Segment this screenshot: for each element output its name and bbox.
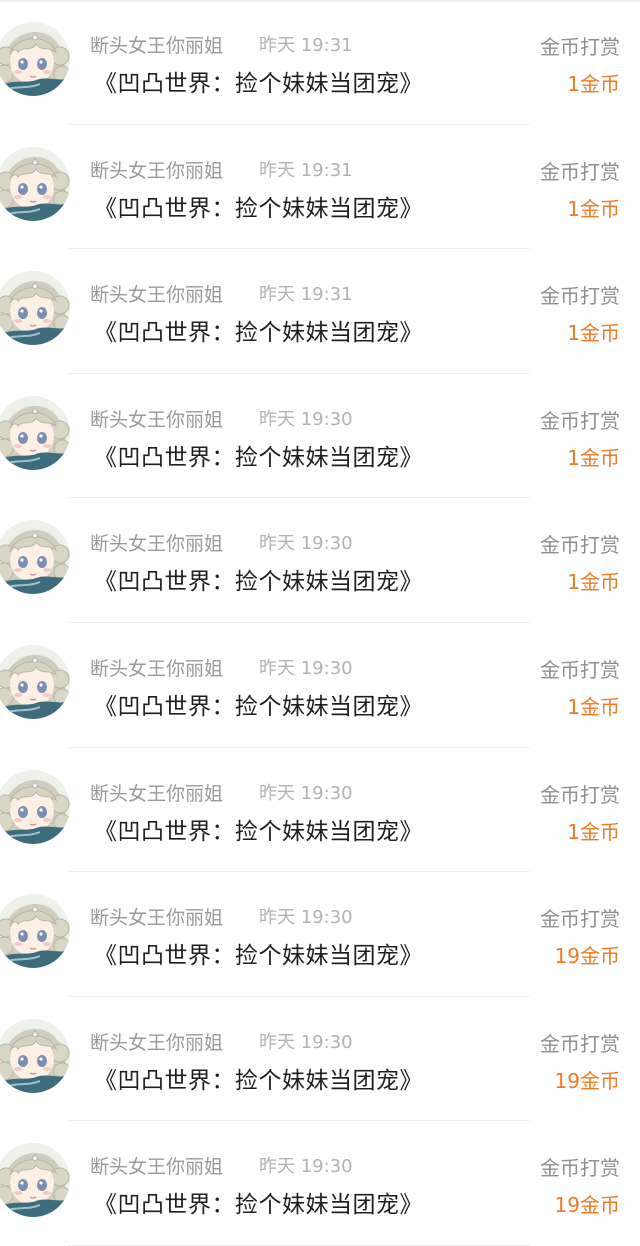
anime-girl-avatar-icon[interactable] bbox=[0, 645, 70, 719]
reward-amount: 19金币 bbox=[554, 1193, 620, 1218]
timestamp: 昨天 19:31 bbox=[259, 159, 353, 181]
timestamp: 昨天 19:30 bbox=[259, 907, 353, 929]
reward-type-label: 金币打赏 bbox=[540, 408, 620, 433]
username[interactable]: 断头女王你丽姐 bbox=[90, 408, 223, 432]
reward-amount: 19金币 bbox=[554, 1068, 620, 1093]
book-title[interactable]: 《凹凸世界：捡个妹妹当团宠》 bbox=[94, 442, 423, 474]
book-title[interactable]: 《凹凸世界：捡个妹妹当团宠》 bbox=[94, 193, 423, 225]
reward-amount: 1金币 bbox=[567, 570, 620, 595]
timestamp: 昨天 19:30 bbox=[259, 782, 353, 804]
reward-amount: 1金币 bbox=[567, 196, 620, 221]
book-title[interactable]: 《凹凸世界：捡个妹妹当团宠》 bbox=[94, 68, 423, 100]
reward-type-label: 金币打赏 bbox=[540, 1031, 620, 1056]
reward-type-label: 金币打赏 bbox=[540, 533, 620, 558]
book-title[interactable]: 《凹凸世界：捡个妹妹当团宠》 bbox=[94, 566, 423, 598]
reward-row[interactable]: 断头女王你丽姐 昨天 19:30 《凹凸世界：捡个妹妹当团宠》 金币打赏 1金币 bbox=[0, 374, 640, 499]
username[interactable]: 断头女王你丽姐 bbox=[90, 532, 223, 556]
reward-type-label: 金币打赏 bbox=[540, 159, 620, 184]
book-title[interactable]: 《凹凸世界：捡个妹妹当团宠》 bbox=[94, 317, 423, 349]
reward-amount: 1金币 bbox=[567, 321, 620, 346]
reward-row[interactable]: 断头女王你丽姐 昨天 19:30 《凹凸世界：捡个妹妹当团宠》 金币打赏 1金币 bbox=[0, 623, 640, 748]
book-title[interactable]: 《凹凸世界：捡个妹妹当团宠》 bbox=[94, 1065, 423, 1097]
timestamp: 昨天 19:30 bbox=[259, 658, 353, 679]
anime-girl-avatar-icon[interactable] bbox=[0, 1143, 70, 1218]
reward-row[interactable]: 断头女王你丽姐 昨天 19:31 《凹凸世界：捡个妹妹当团宠》 金币打赏 1金币 bbox=[0, 125, 640, 250]
reward-type-label: 金币打赏 bbox=[540, 782, 620, 807]
username[interactable]: 断头女王你丽姐 bbox=[90, 657, 223, 681]
timestamp: 昨天 19:30 bbox=[259, 408, 353, 430]
reward-type-label: 金币打赏 bbox=[540, 1156, 620, 1181]
reward-row[interactable]: 断头女王你丽姐 昨天 19:30 《凹凸世界：捡个妹妹当团宠》 金币打赏 19金… bbox=[0, 872, 640, 997]
book-title[interactable]: 《凹凸世界：捡个妹妹当团宠》 bbox=[94, 1189, 423, 1221]
reward-row[interactable]: 断头女王你丽姐 昨天 19:30 《凹凸世界：捡个妹妹当团宠》 金币打赏 19金… bbox=[0, 1121, 640, 1246]
username[interactable]: 断头女王你丽姐 bbox=[90, 906, 223, 930]
username[interactable]: 断头女王你丽姐 bbox=[90, 782, 223, 806]
reward-row[interactable]: 断头女王你丽姐 昨天 19:31 《凹凸世界：捡个妹妹当团宠》 金币打赏 1金币 bbox=[0, 0, 640, 125]
username[interactable]: 断头女王你丽姐 bbox=[90, 1155, 223, 1179]
book-title[interactable]: 《凹凸世界：捡个妹妹当团宠》 bbox=[94, 691, 423, 723]
timestamp: 昨天 19:31 bbox=[259, 35, 353, 56]
timestamp: 昨天 19:30 bbox=[259, 533, 353, 555]
anime-girl-avatar-icon[interactable] bbox=[0, 894, 70, 969]
reward-amount: 1金币 bbox=[567, 819, 620, 844]
username[interactable]: 断头女王你丽姐 bbox=[90, 1031, 223, 1055]
reward-row[interactable]: 断头女王你丽姐 昨天 19:30 《凹凸世界：捡个妹妹当团宠》 金币打赏 1金币 bbox=[0, 498, 640, 623]
anime-girl-avatar-icon[interactable] bbox=[0, 146, 70, 221]
reward-row[interactable]: 断头女王你丽姐 昨天 19:30 《凹凸世界：捡个妹妹当团宠》 金币打赏 19金… bbox=[0, 997, 640, 1122]
timestamp: 昨天 19:30 bbox=[259, 1156, 353, 1178]
reward-type-label: 金币打赏 bbox=[540, 658, 620, 682]
book-title[interactable]: 《凹凸世界：捡个妹妹当团宠》 bbox=[94, 816, 423, 848]
reward-amount: 1金币 bbox=[567, 445, 620, 470]
reward-row[interactable]: 断头女王你丽姐 昨天 19:31 《凹凸世界：捡个妹妹当团宠》 金币打赏 1金币 bbox=[0, 249, 640, 374]
anime-girl-avatar-icon[interactable] bbox=[0, 22, 70, 96]
anime-girl-avatar-icon[interactable] bbox=[0, 1018, 70, 1093]
anime-girl-avatar-icon[interactable] bbox=[0, 769, 70, 844]
timestamp: 昨天 19:31 bbox=[259, 284, 353, 306]
reward-row[interactable]: 断头女王你丽姐 昨天 19:30 《凹凸世界：捡个妹妹当团宠》 金币打赏 1金币 bbox=[0, 748, 640, 873]
anime-girl-avatar-icon[interactable] bbox=[0, 271, 70, 346]
reward-type-label: 金币打赏 bbox=[540, 35, 620, 59]
username[interactable]: 断头女王你丽姐 bbox=[90, 283, 223, 307]
reward-amount: 1金币 bbox=[567, 72, 620, 96]
anime-girl-avatar-icon[interactable] bbox=[0, 520, 70, 595]
anime-girl-avatar-icon[interactable] bbox=[0, 395, 70, 470]
timestamp: 昨天 19:30 bbox=[259, 1031, 353, 1053]
reward-amount: 19金币 bbox=[554, 944, 620, 969]
book-title[interactable]: 《凹凸世界：捡个妹妹当团宠》 bbox=[94, 940, 423, 972]
reward-type-label: 金币打赏 bbox=[540, 284, 620, 309]
reward-type-label: 金币打赏 bbox=[540, 907, 620, 932]
reward-amount: 1金币 bbox=[567, 695, 620, 719]
username[interactable]: 断头女王你丽姐 bbox=[90, 159, 223, 183]
username[interactable]: 断头女王你丽姐 bbox=[90, 34, 223, 58]
